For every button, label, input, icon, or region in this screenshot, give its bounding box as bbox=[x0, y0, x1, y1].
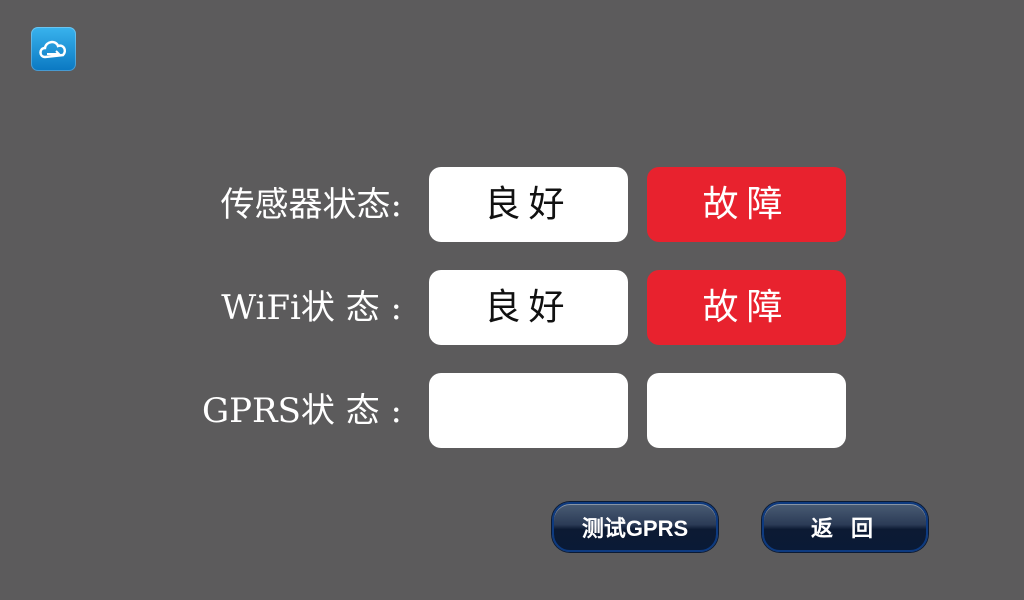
sensor-good-indicator[interactable]: 良好 bbox=[429, 167, 628, 242]
test-gprs-button[interactable]: 测试GPRS bbox=[552, 502, 718, 552]
gprs-fault-indicator[interactable] bbox=[647, 373, 846, 448]
gprs-good-indicator[interactable] bbox=[429, 373, 628, 448]
back-button[interactable]: 返 回 bbox=[762, 502, 928, 552]
wifi-status-label: WiFi状 态 : bbox=[221, 288, 402, 328]
sensor-fault-indicator[interactable]: 故障 bbox=[647, 167, 846, 242]
sensor-status-label: 传感器状态: bbox=[220, 185, 402, 225]
cloud-sync-icon[interactable] bbox=[31, 27, 76, 71]
gprs-status-label: GPRS状 态 : bbox=[202, 391, 402, 431]
wifi-fault-indicator[interactable]: 故障 bbox=[647, 270, 846, 345]
wifi-good-indicator[interactable]: 良好 bbox=[429, 270, 628, 345]
